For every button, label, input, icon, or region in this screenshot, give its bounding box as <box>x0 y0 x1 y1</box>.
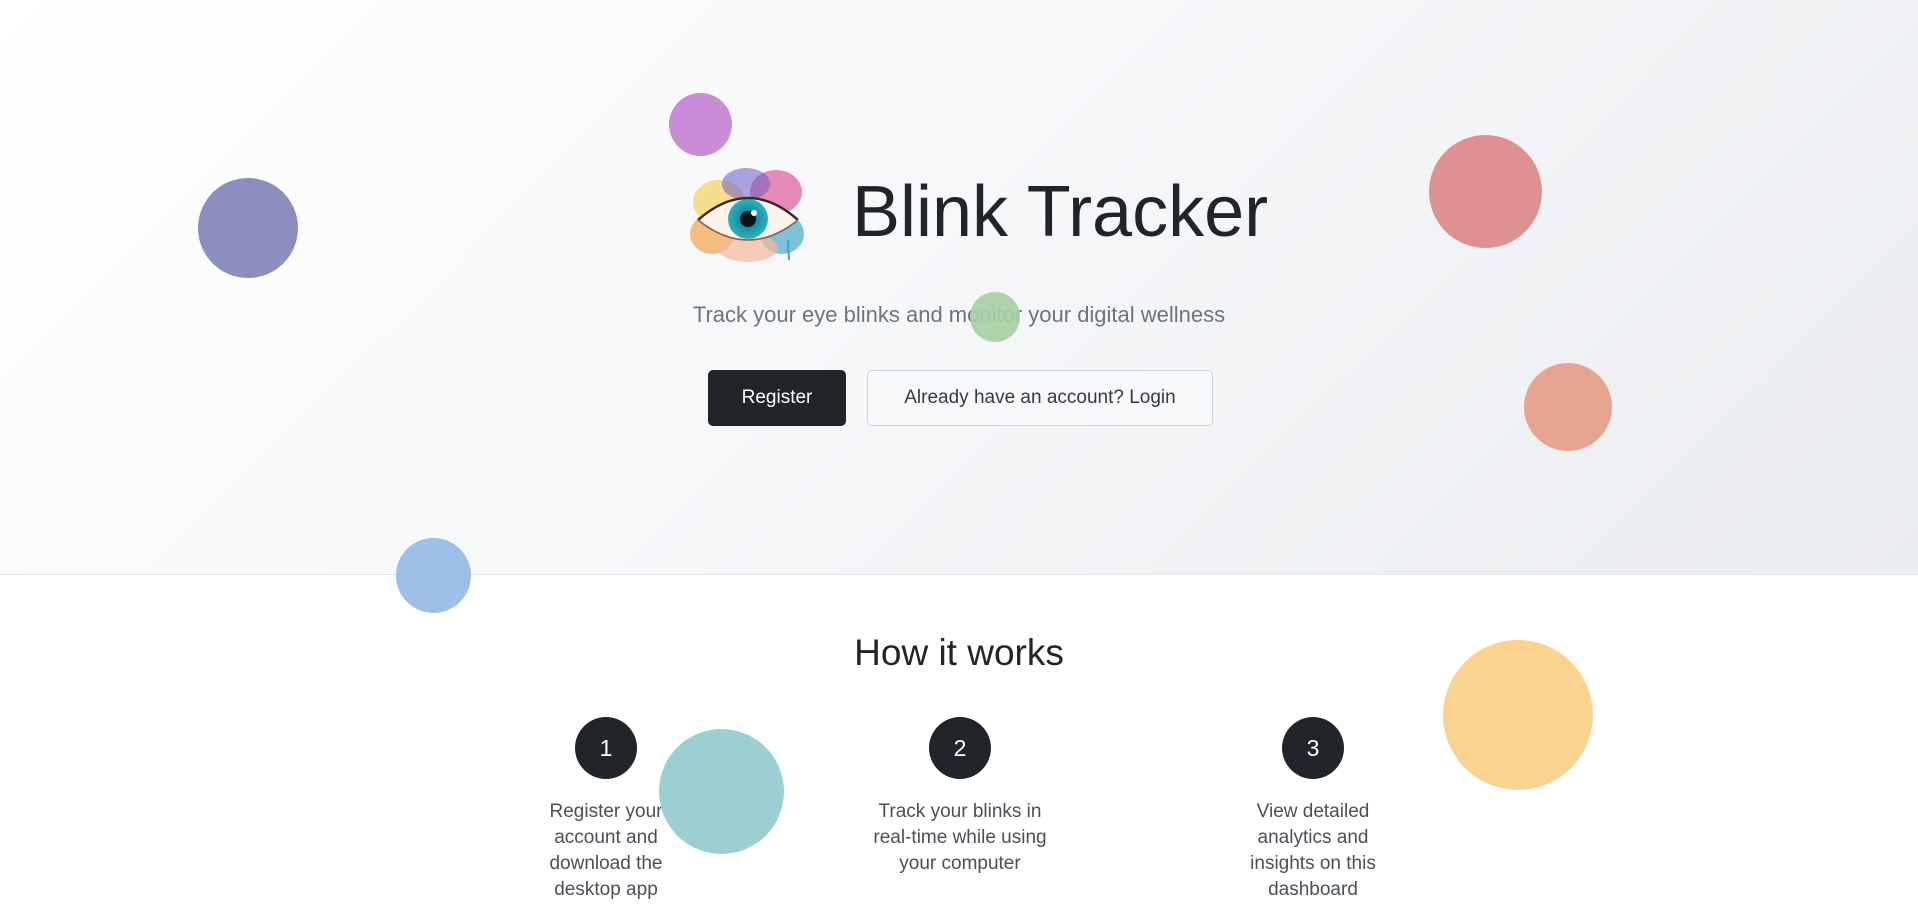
step-number-badge: 2 <box>929 717 991 779</box>
app-title: Blink Tracker <box>852 172 1269 252</box>
step-number-badge: 3 <box>1282 717 1344 779</box>
step-1: 1 Register your account and download the… <box>496 717 716 903</box>
step-number-badge: 1 <box>575 717 637 779</box>
step-description: Register your account and download the d… <box>549 801 663 900</box>
register-button[interactable]: Register <box>708 370 846 426</box>
step-description: View detailed analytics and insights on … <box>1250 801 1376 900</box>
tagline: Track your eye blinks and monitor your d… <box>692 302 1226 327</box>
eye-logo-icon <box>690 168 804 262</box>
login-button[interactable]: Already have an account? Login <box>867 370 1213 426</box>
step-description: Track your blinks in real-time while usi… <box>873 801 1047 874</box>
how-it-works-title: How it works <box>854 632 1064 673</box>
brand <box>684 162 812 272</box>
hero-actions: Register Already have an account? Login <box>708 370 1213 426</box>
step-3: 3 View detailed analytics and insights o… <box>1203 717 1423 903</box>
hero-section: Blink Tracker Track your eye blinks and … <box>0 0 1918 575</box>
step-2: 2 Track your blinks in real-time while u… <box>850 717 1070 877</box>
